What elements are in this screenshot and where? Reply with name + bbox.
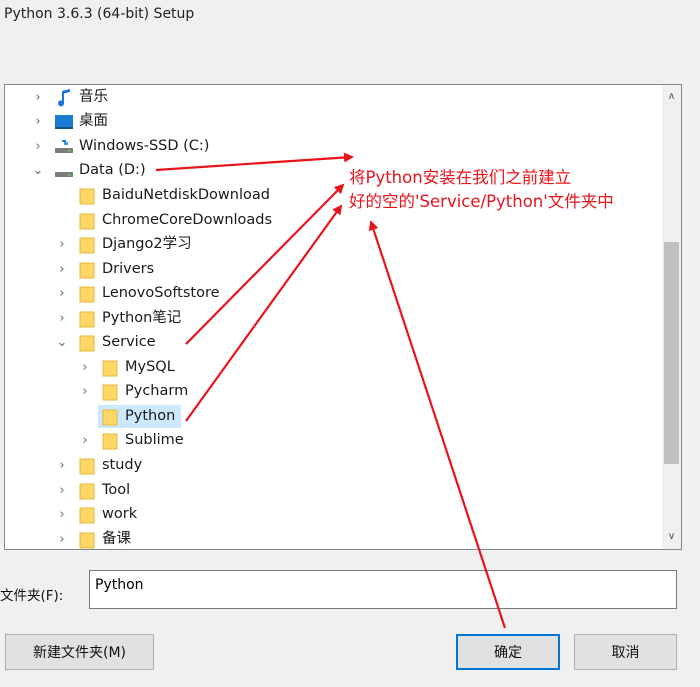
folder-icon: [78, 187, 96, 205]
ok-button[interactable]: 确定: [456, 634, 560, 670]
chevron-right-icon[interactable]: ›: [54, 282, 70, 305]
chevron-right-icon[interactable]: ›: [54, 307, 70, 330]
scroll-down-icon[interactable]: ∨: [662, 527, 681, 547]
chevron-right-icon[interactable]: ›: [54, 454, 70, 477]
tree-item-label: Tool: [102, 482, 131, 498]
chevron-right-icon[interactable]: ›: [77, 429, 93, 452]
tree-item-work[interactable]: work: [78, 503, 137, 526]
scroll-up-icon[interactable]: ∧: [662, 87, 681, 107]
cancel-button[interactable]: 取消: [574, 634, 677, 670]
annotation-line-1: 将Python安装在我们之前建立: [349, 168, 572, 187]
folder-icon: [78, 482, 96, 500]
tree-item-drivers[interactable]: Drivers: [78, 258, 154, 281]
desktop-icon: [55, 113, 73, 131]
music-icon: [55, 88, 73, 107]
vertical-scrollbar[interactable]: ∧ ∨: [662, 85, 681, 549]
tree-item-label: 桌面: [79, 113, 108, 129]
folder-icon: [101, 432, 119, 450]
tree-item-desktop[interactable]: 桌面: [55, 110, 108, 133]
tree-item-baidunetdiskdownload[interactable]: BaiduNetdiskDownload: [78, 184, 270, 207]
chevron-right-icon[interactable]: ›: [54, 479, 70, 502]
chevron-right-icon[interactable]: ›: [30, 135, 46, 158]
tree-item-label: LenovoSoftstore: [102, 285, 220, 301]
annotation-line-2: 好的空的'Service/Python'文件夹中: [349, 192, 614, 211]
tree-item-python-notes[interactable]: Python笔记: [78, 307, 181, 330]
tree-item-python-selected[interactable]: Python: [98, 405, 182, 428]
tree-item-sublime[interactable]: Sublime: [101, 429, 184, 452]
folder-icon: [78, 285, 96, 303]
drive-icon: [55, 138, 73, 156]
tree-item-mysql[interactable]: MySQL: [101, 356, 175, 379]
chevron-down-icon[interactable]: ⌄: [30, 159, 46, 182]
tree-item-label: BaiduNetdiskDownload: [102, 187, 270, 203]
chevron-right-icon[interactable]: ›: [30, 86, 46, 109]
folder-icon: [101, 383, 119, 401]
tree-item-label: Windows-SSD (C:): [79, 138, 210, 154]
tree-item-drive-c[interactable]: Windows-SSD (C:): [55, 135, 209, 158]
tree-item-label: Pycharm: [125, 383, 189, 399]
chevron-right-icon[interactable]: ›: [77, 356, 93, 379]
folder-icon: [78, 457, 96, 475]
folder-icon: [78, 236, 96, 254]
folder-icon: [78, 261, 96, 279]
tree-item-label: Python笔记: [102, 310, 182, 326]
tree-item-label: Service: [102, 334, 156, 350]
tree-item-label: work: [102, 506, 138, 522]
annotation-text: 将Python安装在我们之前建立 好的空的'Service/Python'文件夹…: [349, 166, 614, 214]
tree-item-lesson-prep[interactable]: 备课: [78, 528, 131, 549]
drive-icon: [55, 162, 73, 180]
tree-item-label: Data (D:): [79, 162, 146, 178]
tree-item-pycharm[interactable]: Pycharm: [101, 380, 188, 403]
tree-item-lenovosoftstore[interactable]: LenovoSoftstore: [78, 282, 220, 305]
chevron-right-icon[interactable]: ›: [77, 380, 93, 403]
folder-icon: [78, 531, 96, 549]
chevron-right-icon[interactable]: ›: [30, 110, 46, 133]
folder-tree[interactable]: › 音乐 › 桌面 › Windows-SSD (C:) ⌄ Data (D:)…: [4, 84, 682, 550]
folder-field-label: 文件夹(F):: [0, 588, 64, 604]
tree-item-label: MySQL: [125, 359, 175, 375]
folder-icon: [101, 359, 119, 377]
folder-icon: [78, 334, 96, 352]
tree-item-django2[interactable]: Django2学习: [78, 233, 192, 256]
tree-item-study[interactable]: study: [78, 454, 142, 477]
scrollbar-thumb[interactable]: [664, 242, 679, 464]
folder-icon: [78, 506, 96, 524]
tree-item-drive-d[interactable]: Data (D:): [55, 159, 146, 182]
tree-item-label: Drivers: [102, 261, 155, 277]
folder-name-input[interactable]: Python: [89, 570, 677, 609]
chevron-right-icon[interactable]: ›: [54, 258, 70, 281]
tree-item-label: 备课: [102, 531, 131, 547]
tree-item-tool[interactable]: Tool: [78, 479, 130, 502]
folder-icon: [78, 212, 96, 230]
folder-icon: [78, 310, 96, 328]
tree-item-service[interactable]: Service: [78, 331, 156, 354]
window-title: Python 3.6.3 (64-bit) Setup: [4, 6, 195, 22]
chevron-right-icon[interactable]: ›: [54, 233, 70, 256]
chevron-down-icon[interactable]: ⌄: [54, 331, 70, 354]
tree-item-label: ChromeCoreDownloads: [102, 212, 273, 228]
tree-item-label: Sublime: [125, 432, 184, 448]
tree-item-label: Django2学习: [102, 236, 192, 252]
tree-item-label: study: [102, 457, 143, 473]
tree-item-label: 音乐: [79, 89, 108, 105]
folder-icon: [101, 408, 119, 426]
chevron-right-icon[interactable]: ›: [54, 528, 70, 549]
tree-item-label: Python: [125, 408, 176, 424]
chevron-right-icon[interactable]: ›: [54, 503, 70, 526]
tree-item-music[interactable]: 音乐: [55, 86, 108, 109]
tree-item-chromecoredownloads[interactable]: ChromeCoreDownloads: [78, 209, 272, 232]
new-folder-button[interactable]: 新建文件夹(M): [5, 634, 154, 670]
